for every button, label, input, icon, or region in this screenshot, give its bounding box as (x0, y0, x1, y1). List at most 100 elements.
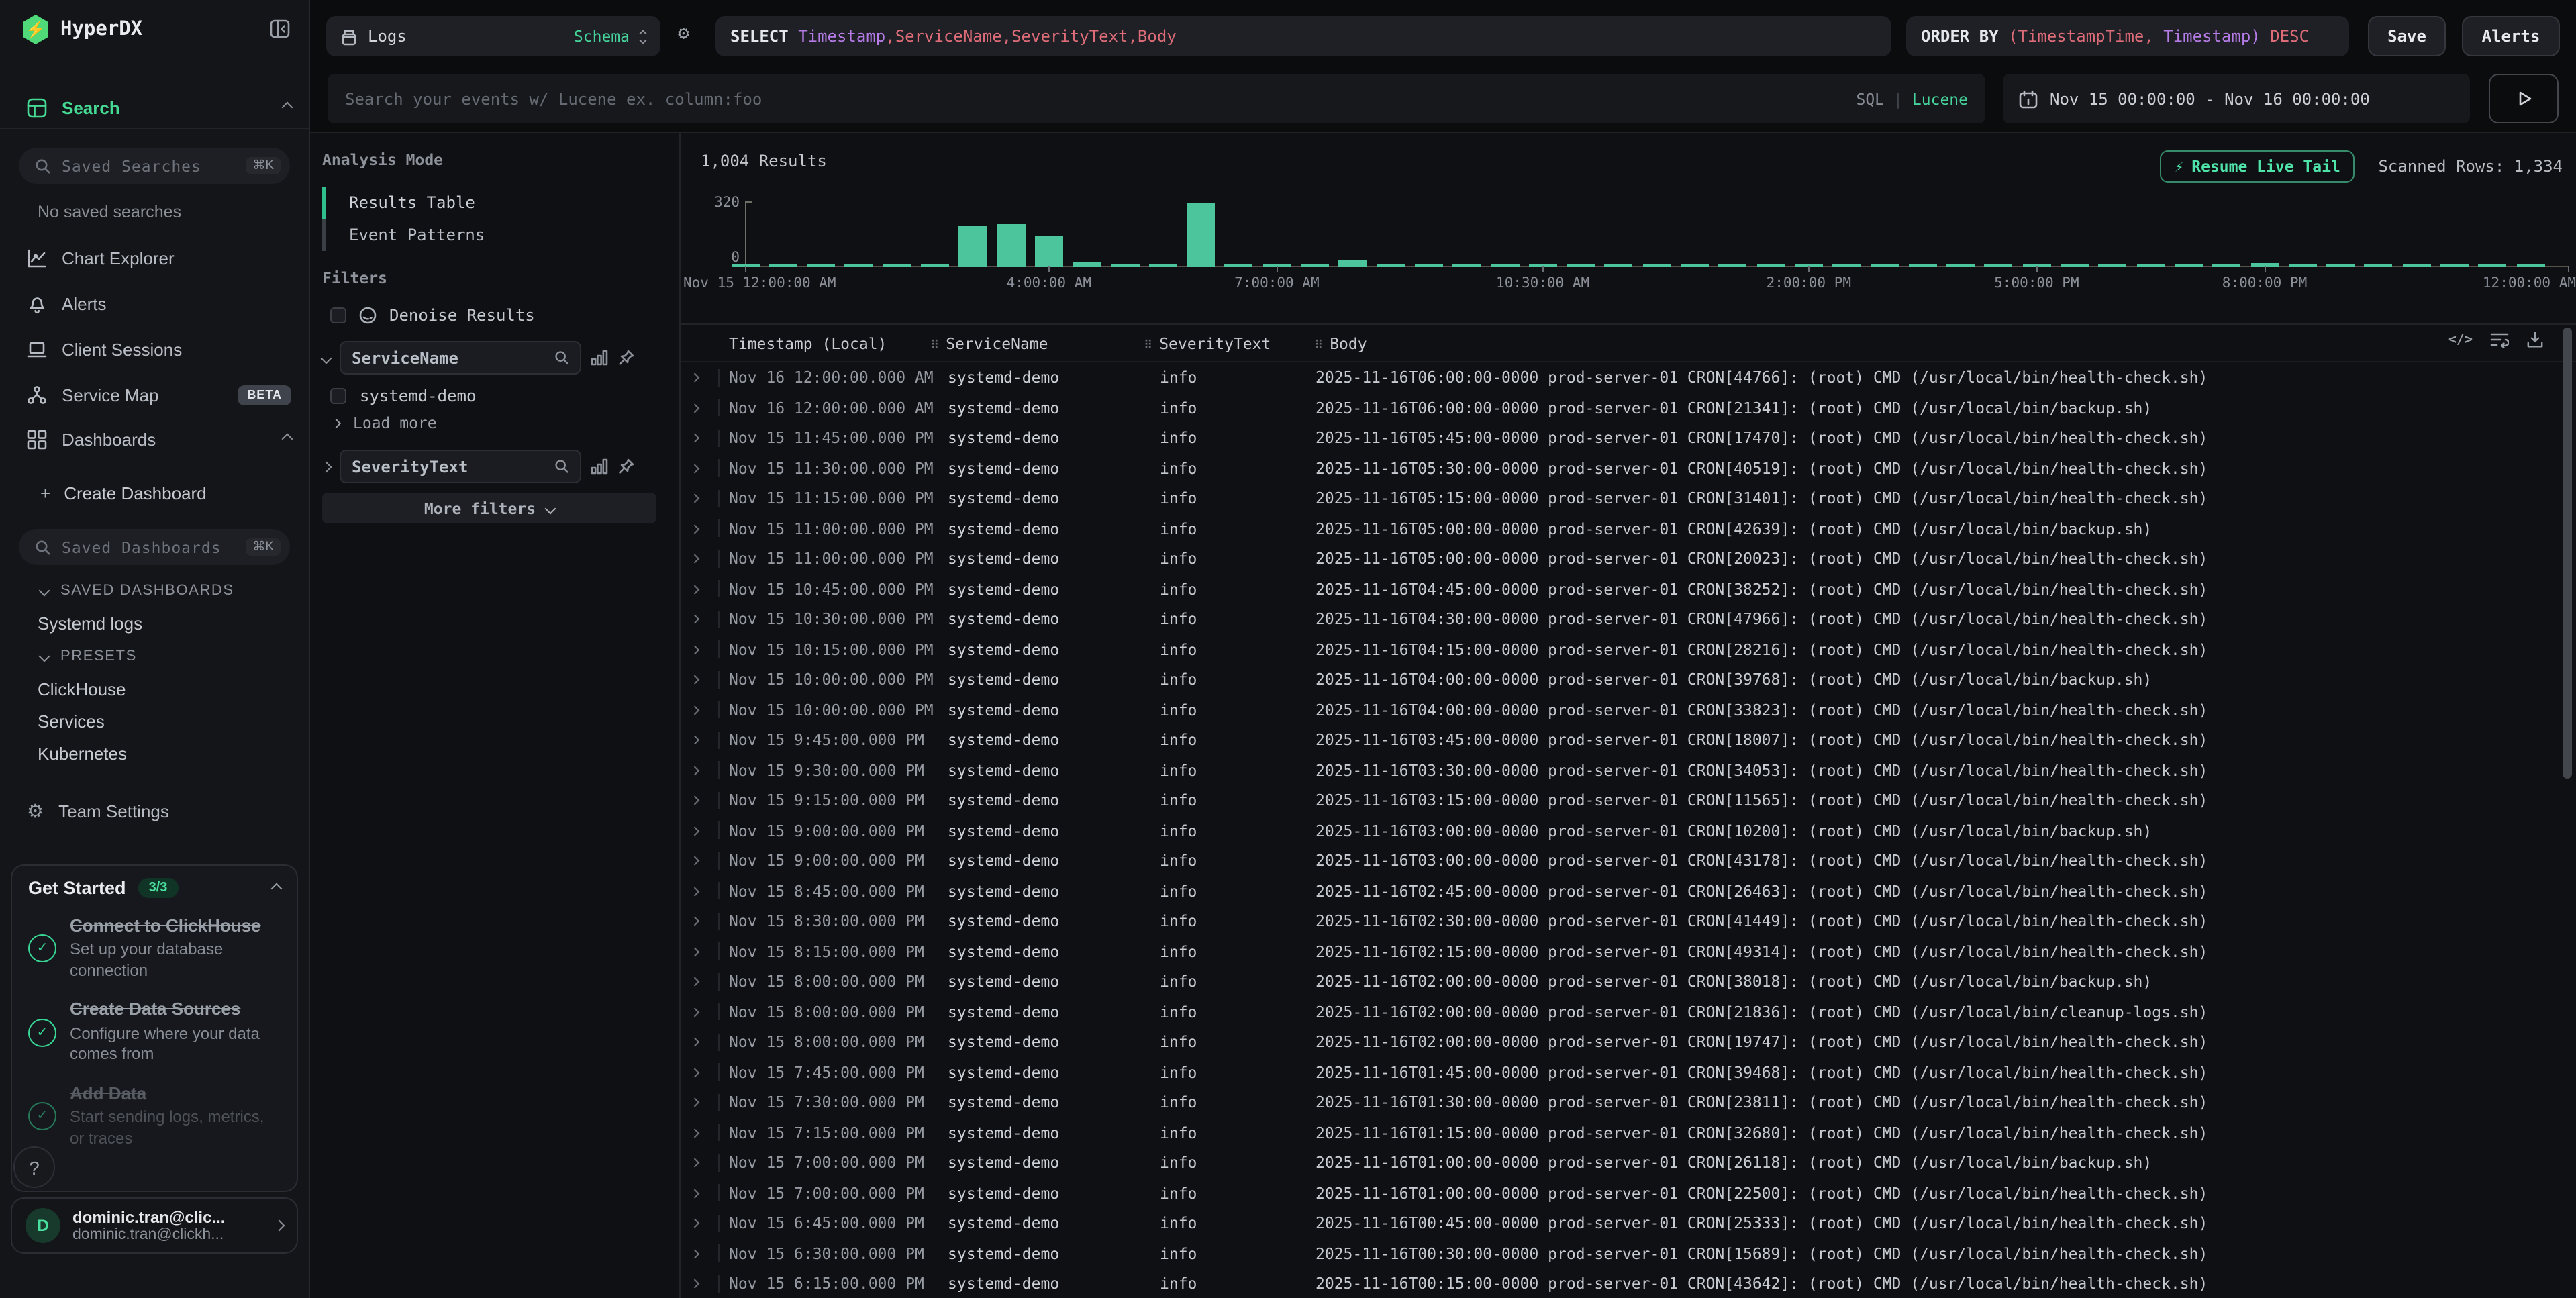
mode-results-table[interactable]: Results Table (322, 187, 644, 219)
table-row[interactable]: Nov 15 7:30:00.000 PMsystemd-demoinfo202… (681, 1087, 2565, 1117)
row-expand-icon[interactable] (690, 977, 699, 986)
table-row[interactable]: Nov 15 10:15:00.000 PMsystemd-demoinfo20… (681, 634, 2565, 664)
wrap-lines-icon[interactable] (2490, 332, 2509, 349)
row-expand-icon[interactable] (690, 826, 699, 835)
get-started-step[interactable]: ✓ Connect to ClickHouse Set up your data… (28, 915, 281, 982)
table-row[interactable]: Nov 15 7:00:00.000 PMsystemd-demoinfo202… (681, 1148, 2565, 1178)
help-button[interactable]: ? (13, 1146, 55, 1188)
row-expand-icon[interactable] (690, 766, 699, 775)
col-timestamp[interactable]: Timestamp (Local) (720, 334, 930, 352)
table-row[interactable]: Nov 15 11:45:00.000 PMsystemd-demoinfo20… (681, 423, 2565, 453)
table-row[interactable]: Nov 15 9:30:00.000 PMsystemd-demoinfo202… (681, 755, 2565, 785)
table-row[interactable]: Nov 15 8:30:00.000 PMsystemd-demoinfo202… (681, 906, 2565, 936)
table-row[interactable]: Nov 15 7:15:00.000 PMsystemd-demoinfo202… (681, 1117, 2565, 1148)
save-button[interactable]: Save (2368, 16, 2446, 56)
row-expand-icon[interactable] (690, 1249, 699, 1258)
histogram-bar[interactable] (997, 225, 1025, 266)
saved-dashboards-section[interactable]: SAVED DASHBOARDS (40, 583, 234, 599)
table-row[interactable]: Nov 15 9:00:00.000 PMsystemd-demoinfo202… (681, 846, 2565, 876)
row-expand-icon[interactable] (690, 1158, 699, 1167)
table-row[interactable]: Nov 15 10:45:00.000 PMsystemd-demoinfo20… (681, 574, 2565, 604)
row-expand-icon[interactable] (690, 645, 699, 654)
denoise-results-row[interactable]: Denoise Results (330, 306, 535, 325)
facet-search-box[interactable]: ServiceName (340, 341, 581, 375)
table-row[interactable]: Nov 15 6:45:00.000 PMsystemd-demoinfo202… (681, 1208, 2565, 1238)
sidebar-item-search[interactable]: Search (0, 91, 310, 123)
facet-chart-icon[interactable] (591, 349, 608, 366)
table-row[interactable]: Nov 15 11:30:00.000 PMsystemd-demoinfo20… (681, 453, 2565, 483)
table-row[interactable]: Nov 15 7:00:00.000 PMsystemd-demoinfo202… (681, 1178, 2565, 1208)
denoise-checkbox[interactable] (330, 307, 346, 323)
chevron-up-icon[interactable] (271, 883, 283, 894)
row-expand-icon[interactable] (690, 464, 699, 472)
row-expand-icon[interactable] (690, 403, 699, 412)
run-query-button[interactable] (2489, 74, 2559, 123)
table-row[interactable]: Nov 15 7:45:00.000 PMsystemd-demoinfo202… (681, 1057, 2565, 1087)
histogram-bar[interactable] (1187, 203, 1215, 266)
alerts-button[interactable]: Alerts (2462, 16, 2560, 56)
table-row[interactable]: Nov 16 12:00:00.000 AMsystemd-demoinfo20… (681, 362, 2565, 393)
load-more[interactable]: Load more (333, 413, 437, 432)
table-row[interactable]: Nov 15 8:00:00.000 PMsystemd-demoinfo202… (681, 997, 2565, 1027)
table-row[interactable]: Nov 15 9:45:00.000 PMsystemd-demoinfo202… (681, 725, 2565, 755)
row-expand-icon[interactable] (690, 856, 699, 865)
row-expand-icon[interactable] (690, 373, 699, 382)
row-expand-icon[interactable] (690, 917, 699, 926)
row-expand-icon[interactable] (690, 494, 699, 503)
date-range-picker[interactable]: Nov 15 00:00:00 - Nov 16 00:00:00 (2003, 74, 2470, 123)
table-row[interactable]: Nov 15 10:00:00.000 PMsystemd-demoinfo20… (681, 695, 2565, 725)
lucene-toggle[interactable]: Lucene (1912, 89, 1968, 108)
preset-link-kubernetes[interactable]: Kubernetes (38, 744, 127, 764)
histogram-bars[interactable] (681, 203, 2576, 266)
dashboard-link-systemd-logs[interactable]: Systemd logs (38, 613, 142, 634)
resume-live-tail-button[interactable]: ⚡ Resume Live Tail (2160, 150, 2355, 183)
row-expand-icon[interactable] (690, 1189, 699, 1197)
chevron-right-icon[interactable] (321, 461, 332, 472)
table-row[interactable]: Nov 15 11:15:00.000 PMsystemd-demoinfo20… (681, 483, 2565, 513)
get-started-step[interactable]: ✓ Add Data Start sending logs, metrics, … (28, 1083, 281, 1150)
download-icon[interactable] (2526, 332, 2544, 349)
create-dashboard-button[interactable]: + Create Dashboard (40, 483, 207, 503)
select-query-input[interactable]: SELECT Timestamp,ServiceName,SeverityTex… (715, 16, 1891, 56)
row-expand-icon[interactable] (690, 1279, 699, 1288)
table-row[interactable]: Nov 15 6:15:00.000 PMsystemd-demoinfo202… (681, 1268, 2565, 1298)
row-expand-icon[interactable] (690, 675, 699, 684)
row-expand-icon[interactable] (690, 585, 699, 593)
table-row[interactable]: Nov 15 9:00:00.000 PMsystemd-demoinfo202… (681, 815, 2565, 846)
row-expand-icon[interactable] (690, 947, 699, 956)
table-row[interactable]: Nov 15 11:00:00.000 PMsystemd-demoinfo20… (681, 513, 2565, 544)
table-row[interactable]: Nov 16 12:00:00.000 AMsystemd-demoinfo20… (681, 393, 2565, 423)
source-select[interactable]: Logs Schema (326, 16, 660, 56)
table-row[interactable]: Nov 15 9:15:00.000 PMsystemd-demoinfo202… (681, 785, 2565, 815)
code-view-icon[interactable]: </> (2448, 333, 2473, 348)
source-settings-gear-icon[interactable]: ⚙ (678, 23, 689, 44)
histogram-bar[interactable] (1035, 236, 1063, 266)
table-row[interactable]: Nov 15 11:00:00.000 PMsystemd-demoinfo20… (681, 544, 2565, 574)
row-expand-icon[interactable] (690, 1068, 699, 1077)
table-row[interactable]: Nov 15 6:30:00.000 PMsystemd-demoinfo202… (681, 1238, 2565, 1268)
table-row[interactable]: Nov 15 8:00:00.000 PMsystemd-demoinfo202… (681, 1027, 2565, 1057)
mode-event-patterns[interactable]: Event Patterns (322, 219, 644, 251)
sidebar-item-chart-explorer[interactable]: Chart Explorer (0, 242, 310, 274)
facet-pin-icon[interactable] (617, 458, 635, 475)
row-expand-icon[interactable] (690, 887, 699, 895)
sidebar-item-alerts[interactable]: Alerts (0, 287, 310, 319)
row-expand-icon[interactable] (690, 615, 699, 623)
col-body[interactable]: ⠿Body (1314, 334, 2576, 352)
row-expand-icon[interactable] (690, 524, 699, 533)
chevron-down-icon[interactable] (321, 352, 332, 364)
col-severitytext[interactable]: ⠿SeverityText (1144, 334, 1314, 352)
preset-link-clickhouse[interactable]: ClickHouse (38, 679, 126, 699)
row-expand-icon[interactable] (690, 796, 699, 805)
more-filters-button[interactable]: More filters (322, 493, 656, 523)
facet-value-row[interactable]: systemd-demo (330, 387, 476, 405)
search-input[interactable]: Search your events w/ Lucene ex. column:… (328, 74, 1985, 123)
logo[interactable]: ⚡ HyperDX (21, 15, 142, 44)
saved-searches-input[interactable]: Saved Searches ⌘K (19, 148, 290, 184)
col-servicename[interactable]: ⠿ServiceName (930, 334, 1144, 352)
row-expand-icon[interactable] (690, 1007, 699, 1016)
row-expand-icon[interactable] (690, 1219, 699, 1228)
sidebar-item-client-sessions[interactable]: Client Sessions (0, 333, 310, 365)
table-row[interactable]: Nov 15 10:30:00.000 PMsystemd-demoinfo20… (681, 604, 2565, 634)
table-row[interactable]: Nov 15 8:15:00.000 PMsystemd-demoinfo202… (681, 936, 2565, 966)
